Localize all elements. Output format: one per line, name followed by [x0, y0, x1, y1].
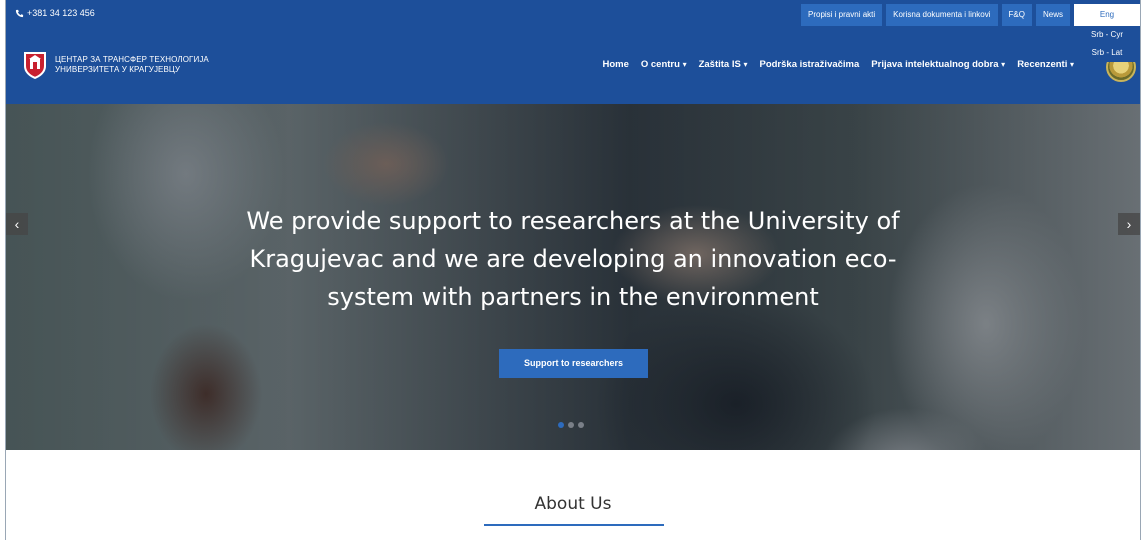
nav-zastita-is[interactable]: Zaštita IS ▾ — [699, 59, 748, 70]
support-researchers-button[interactable]: Support to researchers — [499, 349, 648, 378]
chevron-down-icon: ▾ — [682, 60, 687, 69]
slider-dot-2[interactable] — [568, 422, 574, 428]
hero-caption-line-1: We provide support to researchers at the… — [246, 207, 900, 235]
nav-prijava-label: Prijava intelektualnog dobra — [871, 59, 999, 70]
toplink-korisna-dokumenta[interactable]: Korisna dokumenta i linkovi — [886, 4, 998, 26]
chevron-down-icon: ▾ — [1001, 60, 1006, 69]
slider-prev-button[interactable]: ‹ — [6, 213, 28, 235]
nav-home-label: Home — [602, 59, 629, 70]
hero-caption-line-2: Kragujevac and we are developing an inno… — [249, 245, 897, 273]
nav-o-centru[interactable]: O centru ▾ — [641, 59, 687, 70]
top-bar: +381 34 123 456 Propisi i pravni akti Ko… — [6, 0, 1140, 30]
nav-o-centru-label: O centru — [640, 59, 680, 70]
logo-line-2: УНИВЕРЗИТЕТА У КРАГУЈЕВЦУ — [55, 65, 181, 74]
logo-line-1: ЦЕНТАР ЗА ТРАНСФЕР ТЕХНОЛОГИЈА — [55, 55, 209, 64]
nav-recenzenti-label: Recenzenti — [1017, 59, 1068, 70]
nav-prijava[interactable]: Prijava intelektualnog dobra ▾ — [871, 59, 1005, 70]
chevron-right-icon: › — [1126, 216, 1132, 232]
hero-caption-line-3: system with partners in the environment — [327, 283, 819, 311]
phone-number: +381 34 123 456 — [27, 8, 95, 18]
phone-contact[interactable]: +381 34 123 456 — [15, 8, 95, 18]
top-links: Propisi i pravni akti Korisna dokumenta … — [801, 4, 1070, 26]
language-current[interactable]: Eng — [1074, 4, 1140, 26]
slider-next-button[interactable]: › — [1118, 213, 1140, 235]
toplink-propisi[interactable]: Propisi i pravni akti — [801, 4, 883, 26]
university-crest-icon — [24, 52, 46, 79]
nav-recenzenti[interactable]: Recenzenti ▾ — [1017, 59, 1074, 70]
logo-text: ЦЕНТАР ЗА ТРАНСФЕР ТЕХНОЛОГИЈА УНИВЕРЗИТ… — [55, 55, 209, 75]
about-us-heading: About Us — [534, 494, 612, 514]
phone-icon — [15, 9, 24, 17]
chevron-left-icon: ‹ — [14, 216, 20, 232]
browser-viewport: +381 34 123 456 Propisi i pravni akti Ko… — [5, 0, 1141, 540]
nav-home[interactable]: Home — [602, 59, 628, 70]
heading-underline — [484, 524, 664, 526]
main-nav: Home O centru ▾ Zaštita IS ▾ Podrška ist… — [602, 59, 1074, 70]
slider-indicators — [558, 422, 584, 428]
hero-caption: We provide support to researchers at the… — [6, 202, 1140, 316]
nav-podrska[interactable]: Podrška istraživačima — [759, 59, 859, 70]
language-option-srb-cyr[interactable]: Srb - Cyr — [1074, 26, 1140, 44]
slider-dot-1[interactable] — [558, 422, 564, 428]
chevron-down-icon: ▾ — [743, 60, 748, 69]
hero-slider: We provide support to researchers at the… — [6, 104, 1140, 450]
toplink-news[interactable]: News — [1035, 4, 1070, 26]
site-logo[interactable]: ЦЕНТАР ЗА ТРАНСФЕР ТЕХНОЛОГИЈА УНИВЕРЗИТ… — [22, 50, 209, 80]
nav-podrska-label: Podrška istraživačima — [759, 59, 860, 70]
site-header: ЦЕНТАР ЗА ТРАНСФЕР ТЕХНОЛОГИЈА УНИВЕРЗИТ… — [6, 30, 1140, 104]
language-dropdown: Srb - Cyr Srb - Lat — [1074, 26, 1140, 62]
nav-zastita-is-label: Zaštita IS — [698, 59, 741, 70]
slider-dot-3[interactable] — [578, 422, 584, 428]
toplink-faq[interactable]: F&Q — [1001, 4, 1032, 26]
language-switcher: Eng — [1074, 4, 1140, 26]
language-option-srb-lat[interactable]: Srb - Lat — [1074, 44, 1140, 62]
